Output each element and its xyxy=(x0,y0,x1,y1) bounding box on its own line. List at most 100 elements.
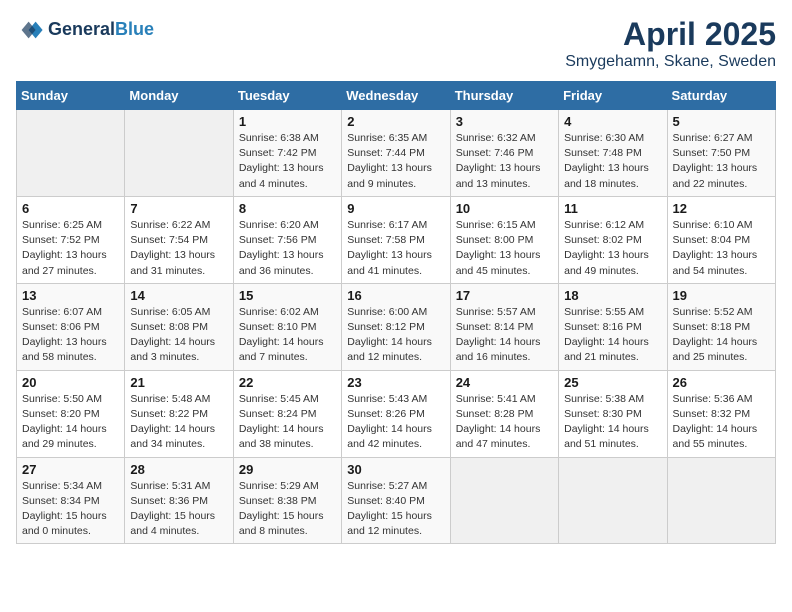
calendar-cell: 9 Sunrise: 6:17 AM Sunset: 7:58 PM Daylig… xyxy=(342,196,450,283)
calendar-cell xyxy=(667,457,775,544)
day-info: Sunrise: 6:38 AM Sunset: 7:42 PM Dayligh… xyxy=(239,131,336,192)
day-number: 24 xyxy=(456,375,553,390)
calendar-cell: 6 Sunrise: 6:25 AM Sunset: 7:52 PM Daylig… xyxy=(17,196,125,283)
day-number: 14 xyxy=(130,288,227,303)
calendar-cell: 1 Sunrise: 6:38 AM Sunset: 7:42 PM Daylig… xyxy=(233,110,341,197)
day-number: 29 xyxy=(239,462,336,477)
day-number: 11 xyxy=(564,201,661,216)
day-number: 2 xyxy=(347,114,444,129)
calendar-cell: 10 Sunrise: 6:15 AM Sunset: 8:00 PM Dayli… xyxy=(450,196,558,283)
day-number: 8 xyxy=(239,201,336,216)
calendar-cell: 21 Sunrise: 5:48 AM Sunset: 8:22 PM Dayli… xyxy=(125,370,233,457)
day-info: Sunrise: 5:38 AM Sunset: 8:30 PM Dayligh… xyxy=(564,392,661,453)
day-number: 1 xyxy=(239,114,336,129)
day-info: Sunrise: 6:00 AM Sunset: 8:12 PM Dayligh… xyxy=(347,305,444,366)
calendar-header: SundayMondayTuesdayWednesdayThursdayFrid… xyxy=(17,82,776,110)
day-info: Sunrise: 5:41 AM Sunset: 8:28 PM Dayligh… xyxy=(456,392,553,453)
day-info: Sunrise: 6:15 AM Sunset: 8:00 PM Dayligh… xyxy=(456,218,553,279)
day-info: Sunrise: 6:17 AM Sunset: 7:58 PM Dayligh… xyxy=(347,218,444,279)
calendar-cell xyxy=(450,457,558,544)
day-number: 25 xyxy=(564,375,661,390)
calendar-cell: 16Sunrise: 6:00 AM Sunset: 8:12 PM Dayli… xyxy=(342,283,450,370)
day-number: 15 xyxy=(239,288,336,303)
calendar-cell: 7 Sunrise: 6:22 AM Sunset: 7:54 PM Daylig… xyxy=(125,196,233,283)
calendar-cell: 30 Sunrise: 5:27 AM Sunset: 8:40 PM Dayli… xyxy=(342,457,450,544)
page-header: GeneralBlue April 2025 Smygehamn, Skane,… xyxy=(16,16,776,71)
day-number: 19 xyxy=(673,288,770,303)
calendar-cell xyxy=(17,110,125,197)
day-number: 17 xyxy=(456,288,553,303)
weekday-row: SundayMondayTuesdayWednesdayThursdayFrid… xyxy=(17,82,776,110)
day-info: Sunrise: 5:57 AM Sunset: 8:14 PM Dayligh… xyxy=(456,305,553,366)
day-info: Sunrise: 5:45 AM Sunset: 8:24 PM Dayligh… xyxy=(239,392,336,453)
calendar-cell: 13Sunrise: 6:07 AM Sunset: 8:06 PM Dayli… xyxy=(17,283,125,370)
logo-general: General xyxy=(48,19,115,39)
day-info: Sunrise: 5:29 AM Sunset: 8:38 PM Dayligh… xyxy=(239,479,336,540)
day-number: 18 xyxy=(564,288,661,303)
calendar-week-5: 27Sunrise: 5:34 AM Sunset: 8:34 PM Dayli… xyxy=(17,457,776,544)
day-number: 26 xyxy=(673,375,770,390)
day-info: Sunrise: 5:31 AM Sunset: 8:36 PM Dayligh… xyxy=(130,479,227,540)
day-info: Sunrise: 6:30 AM Sunset: 7:48 PM Dayligh… xyxy=(564,131,661,192)
calendar-cell: 8 Sunrise: 6:20 AM Sunset: 7:56 PM Daylig… xyxy=(233,196,341,283)
day-number: 12 xyxy=(673,201,770,216)
day-info: Sunrise: 5:55 AM Sunset: 8:16 PM Dayligh… xyxy=(564,305,661,366)
calendar-week-2: 6 Sunrise: 6:25 AM Sunset: 7:52 PM Daylig… xyxy=(17,196,776,283)
logo-icon xyxy=(16,16,44,44)
day-info: Sunrise: 5:27 AM Sunset: 8:40 PM Dayligh… xyxy=(347,479,444,540)
calendar-cell: 28Sunrise: 5:31 AM Sunset: 8:36 PM Dayli… xyxy=(125,457,233,544)
logo-blue: Blue xyxy=(115,19,154,39)
calendar-cell: 22 Sunrise: 5:45 AM Sunset: 8:24 PM Dayli… xyxy=(233,370,341,457)
calendar-cell: 18 Sunrise: 5:55 AM Sunset: 8:16 PM Dayli… xyxy=(559,283,667,370)
calendar-cell: 2 Sunrise: 6:35 AM Sunset: 7:44 PM Daylig… xyxy=(342,110,450,197)
calendar-table: SundayMondayTuesdayWednesdayThursdayFrid… xyxy=(16,81,776,544)
day-info: Sunrise: 6:35 AM Sunset: 7:44 PM Dayligh… xyxy=(347,131,444,192)
weekday-header-wednesday: Wednesday xyxy=(342,82,450,110)
weekday-header-sunday: Sunday xyxy=(17,82,125,110)
calendar-cell: 4Sunrise: 6:30 AM Sunset: 7:48 PM Daylig… xyxy=(559,110,667,197)
calendar-cell: 17 Sunrise: 5:57 AM Sunset: 8:14 PM Dayli… xyxy=(450,283,558,370)
weekday-header-saturday: Saturday xyxy=(667,82,775,110)
day-info: Sunrise: 5:36 AM Sunset: 8:32 PM Dayligh… xyxy=(673,392,770,453)
day-number: 10 xyxy=(456,201,553,216)
day-number: 30 xyxy=(347,462,444,477)
day-info: Sunrise: 6:32 AM Sunset: 7:46 PM Dayligh… xyxy=(456,131,553,192)
calendar-cell: 23 Sunrise: 5:43 AM Sunset: 8:26 PM Dayli… xyxy=(342,370,450,457)
day-number: 3 xyxy=(456,114,553,129)
calendar-cell xyxy=(559,457,667,544)
day-info: Sunrise: 5:52 AM Sunset: 8:18 PM Dayligh… xyxy=(673,305,770,366)
weekday-header-monday: Monday xyxy=(125,82,233,110)
calendar-cell: 29 Sunrise: 5:29 AM Sunset: 8:38 PM Dayli… xyxy=(233,457,341,544)
day-info: Sunrise: 6:25 AM Sunset: 7:52 PM Dayligh… xyxy=(22,218,119,279)
calendar-cell: 12 Sunrise: 6:10 AM Sunset: 8:04 PM Dayli… xyxy=(667,196,775,283)
calendar-cell: 19 Sunrise: 5:52 AM Sunset: 8:18 PM Dayli… xyxy=(667,283,775,370)
title-block: April 2025 Smygehamn, Skane, Sweden xyxy=(565,16,776,71)
day-number: 6 xyxy=(22,201,119,216)
calendar-cell: 5Sunrise: 6:27 AM Sunset: 7:50 PM Daylig… xyxy=(667,110,775,197)
day-number: 13 xyxy=(22,288,119,303)
day-info: Sunrise: 6:20 AM Sunset: 7:56 PM Dayligh… xyxy=(239,218,336,279)
calendar-week-3: 13Sunrise: 6:07 AM Sunset: 8:06 PM Dayli… xyxy=(17,283,776,370)
day-number: 9 xyxy=(347,201,444,216)
day-number: 20 xyxy=(22,375,119,390)
calendar-cell: 26 Sunrise: 5:36 AM Sunset: 8:32 PM Dayli… xyxy=(667,370,775,457)
day-info: Sunrise: 5:34 AM Sunset: 8:34 PM Dayligh… xyxy=(22,479,119,540)
day-info: Sunrise: 6:05 AM Sunset: 8:08 PM Dayligh… xyxy=(130,305,227,366)
day-info: Sunrise: 5:48 AM Sunset: 8:22 PM Dayligh… xyxy=(130,392,227,453)
day-info: Sunrise: 5:43 AM Sunset: 8:26 PM Dayligh… xyxy=(347,392,444,453)
calendar-cell: 15Sunrise: 6:02 AM Sunset: 8:10 PM Dayli… xyxy=(233,283,341,370)
day-number: 7 xyxy=(130,201,227,216)
weekday-header-thursday: Thursday xyxy=(450,82,558,110)
day-number: 21 xyxy=(130,375,227,390)
calendar-cell: 25 Sunrise: 5:38 AM Sunset: 8:30 PM Dayli… xyxy=(559,370,667,457)
day-info: Sunrise: 6:22 AM Sunset: 7:54 PM Dayligh… xyxy=(130,218,227,279)
day-info: Sunrise: 6:10 AM Sunset: 8:04 PM Dayligh… xyxy=(673,218,770,279)
day-number: 22 xyxy=(239,375,336,390)
day-info: Sunrise: 6:12 AM Sunset: 8:02 PM Dayligh… xyxy=(564,218,661,279)
weekday-header-friday: Friday xyxy=(559,82,667,110)
day-number: 23 xyxy=(347,375,444,390)
calendar-body: 1 Sunrise: 6:38 AM Sunset: 7:42 PM Daylig… xyxy=(17,110,776,544)
calendar-cell: 27Sunrise: 5:34 AM Sunset: 8:34 PM Dayli… xyxy=(17,457,125,544)
day-info: Sunrise: 6:27 AM Sunset: 7:50 PM Dayligh… xyxy=(673,131,770,192)
calendar-week-1: 1 Sunrise: 6:38 AM Sunset: 7:42 PM Daylig… xyxy=(17,110,776,197)
